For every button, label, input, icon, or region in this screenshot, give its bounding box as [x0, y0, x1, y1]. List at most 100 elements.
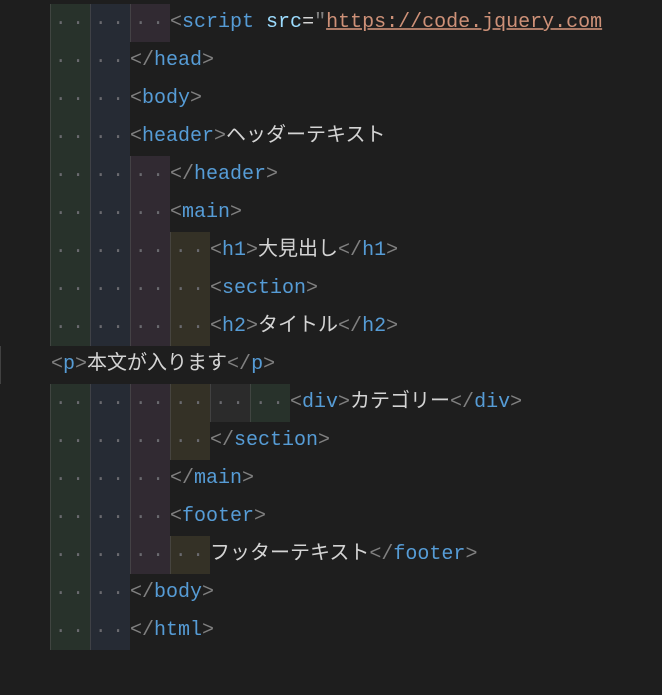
- code-line[interactable]: ········<section>: [0, 270, 662, 308]
- token-txt: 本文が入ります: [87, 353, 227, 376]
- indent-guides: ········: [0, 308, 210, 346]
- token-br: </: [170, 467, 194, 490]
- code-line[interactable]: ········<h2>タイトル</h2>: [0, 308, 662, 346]
- token-tag: main: [194, 467, 242, 490]
- indent-guides: ············: [0, 384, 290, 422]
- token-br: ": [314, 11, 326, 34]
- indent-guide: ··: [170, 422, 210, 460]
- token-tag: p: [251, 353, 263, 376]
- code-editor[interactable]: ······<script src="https://code.jquery.c…: [0, 0, 662, 650]
- token-br: >: [386, 239, 398, 262]
- code-line[interactable]: ······<footer>: [0, 498, 662, 536]
- token-tag: h2: [222, 315, 246, 338]
- indent-guide: ··: [130, 156, 170, 194]
- indent-guides: ········: [0, 422, 210, 460]
- token-tag: section: [222, 277, 306, 300]
- token-txt: [254, 11, 266, 34]
- token-br: >: [246, 239, 258, 262]
- indent-guides: ····: [0, 42, 130, 80]
- indent-guide: ··: [50, 460, 90, 498]
- code-text[interactable]: <p>本文が入ります</p>: [51, 346, 275, 384]
- code-text[interactable]: </main>: [170, 460, 254, 498]
- code-text[interactable]: <main>: [170, 194, 242, 232]
- indent-guide: ··: [170, 232, 210, 270]
- code-line[interactable]: ······</main>: [0, 460, 662, 498]
- indent-guide: ··: [50, 118, 90, 156]
- token-txt: フッターテキスト: [210, 543, 369, 566]
- token-tag: footer: [182, 505, 254, 528]
- indent-guide: ··: [90, 80, 130, 118]
- token-br: <: [51, 353, 63, 376]
- token-br: >: [242, 467, 254, 490]
- token-tag: header: [194, 163, 266, 186]
- token-txt: カテゴリー: [350, 391, 450, 414]
- token-br: >: [246, 315, 258, 338]
- code-text[interactable]: <h1>大見出し</h1>: [210, 232, 398, 270]
- code-line[interactable]: ······<main>: [0, 194, 662, 232]
- token-br: </: [227, 353, 251, 376]
- indent-guides: ····: [0, 574, 130, 612]
- indent-guide: ··: [90, 232, 130, 270]
- token-tag: main: [182, 201, 230, 224]
- indent-guide: ··: [90, 384, 130, 422]
- code-text[interactable]: </html>: [130, 612, 214, 650]
- indent-guide: ··: [50, 156, 90, 194]
- indent-guides: ······: [0, 156, 170, 194]
- code-text[interactable]: <script src="https://code.jquery.com: [170, 4, 602, 42]
- indent-guide: ··: [130, 232, 170, 270]
- indent-guide: ··: [50, 422, 90, 460]
- code-line[interactable]: ········フッターテキスト</footer>: [0, 536, 662, 574]
- token-br: <: [210, 277, 222, 300]
- indent-guides: ······: [0, 194, 170, 232]
- indent-guides: ····: [0, 118, 130, 156]
- code-text[interactable]: <section>: [210, 270, 318, 308]
- indent-guide: ··: [170, 270, 210, 308]
- token-br: <: [170, 11, 182, 34]
- code-line[interactable]: ····<header>ヘッダーテキスト: [0, 118, 662, 156]
- token-br: <: [170, 505, 182, 528]
- indent-guide: ··: [50, 574, 90, 612]
- token-br: </: [338, 239, 362, 262]
- code-line[interactable]: ············<div>カテゴリー</div>: [0, 384, 662, 422]
- token-tag: section: [234, 429, 318, 452]
- token-txt: 大見出し: [258, 239, 338, 262]
- code-line[interactable]: ····<body>: [0, 80, 662, 118]
- token-br: <: [130, 87, 142, 110]
- code-text[interactable]: </section>: [210, 422, 330, 460]
- indent-guide: ··: [50, 194, 90, 232]
- code-text[interactable]: </header>: [170, 156, 278, 194]
- code-line[interactable]: ········</section>: [0, 422, 662, 460]
- code-line[interactable]: ····</body>: [0, 574, 662, 612]
- code-line[interactable]: <p>本文が入ります</p>: [0, 346, 662, 384]
- indent-guide: ··: [50, 612, 90, 650]
- token-br: >: [230, 201, 242, 224]
- code-text[interactable]: <body>: [130, 80, 202, 118]
- token-br: >: [254, 505, 266, 528]
- code-line[interactable]: ····</html>: [0, 612, 662, 650]
- token-tag: header: [142, 125, 214, 148]
- token-tag: body: [142, 87, 190, 110]
- indent-guide: ··: [90, 612, 130, 650]
- code-text[interactable]: <h2>タイトル</h2>: [210, 308, 398, 346]
- code-line[interactable]: ······<script src="https://code.jquery.c…: [0, 4, 662, 42]
- code-text[interactable]: </body>: [130, 574, 214, 612]
- code-text[interactable]: <footer>: [170, 498, 266, 536]
- indent-guide: ··: [130, 308, 170, 346]
- code-line[interactable]: ········<h1>大見出し</h1>: [0, 232, 662, 270]
- token-br: </: [450, 391, 474, 414]
- code-text[interactable]: <div>カテゴリー</div>: [290, 384, 522, 422]
- indent-guide: ··: [130, 422, 170, 460]
- code-line[interactable]: ······</header>: [0, 156, 662, 194]
- indent-guides: [0, 346, 51, 384]
- indent-guides: ······: [0, 4, 170, 42]
- code-text[interactable]: <header>ヘッダーテキスト: [130, 118, 385, 156]
- token-eq: =: [302, 11, 314, 34]
- code-line[interactable]: ····</head>: [0, 42, 662, 80]
- code-text[interactable]: </head>: [130, 42, 214, 80]
- token-tag: body: [154, 581, 202, 604]
- indent-guide: ··: [90, 194, 130, 232]
- indent-guide: ··: [90, 270, 130, 308]
- code-text[interactable]: フッターテキスト</footer>: [210, 536, 477, 574]
- indent-guide: ··: [210, 384, 250, 422]
- indent-guide: ··: [50, 536, 90, 574]
